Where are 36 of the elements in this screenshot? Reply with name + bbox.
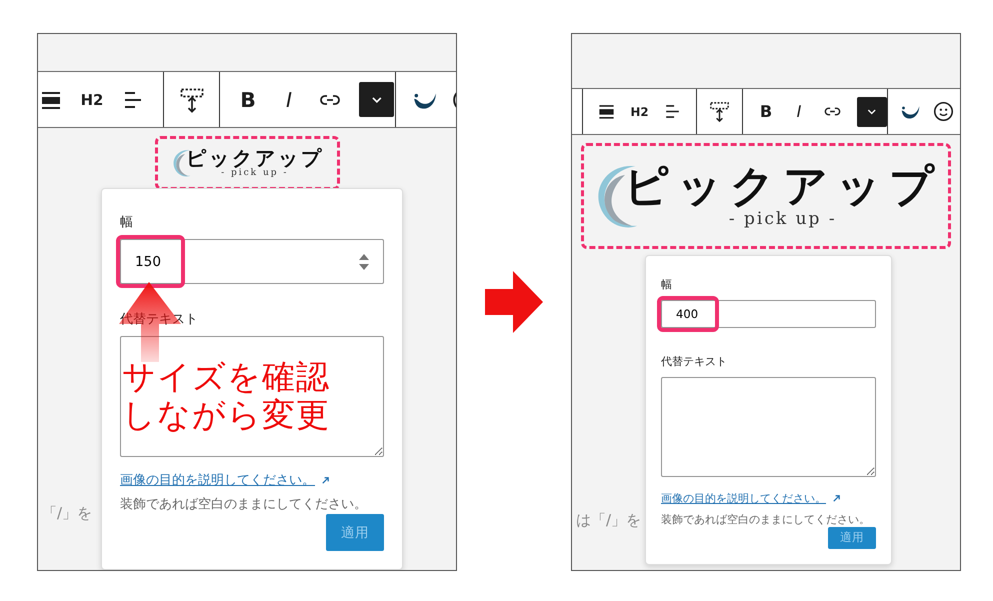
placeholder-text: は「/」を	[576, 511, 642, 530]
alt-text-field[interactable]	[120, 336, 384, 457]
external-link-icon	[832, 494, 841, 503]
annotation-text: サイズを確認 しながら変更	[122, 358, 330, 434]
help-link[interactable]: 画像の目的を説明してください。	[661, 490, 826, 506]
logo-title: ピックアップ	[186, 148, 324, 169]
bold-button[interactable]: B	[757, 102, 775, 121]
more-options-button[interactable]	[857, 96, 887, 126]
width-input[interactable]: 150	[120, 239, 384, 284]
width-label: 幅	[661, 277, 673, 292]
bold-button[interactable]: B	[236, 88, 260, 112]
highlight-frame	[657, 296, 719, 332]
block-type-icon[interactable]	[597, 102, 616, 121]
logo-title: ピックアップ	[624, 164, 942, 211]
help-note: 装飾であれば空白のままにしてください。	[661, 512, 871, 527]
logo-subtitle: - pick up -	[728, 210, 837, 228]
help-note: 装飾であれば空白のままにしてください。	[120, 496, 368, 513]
external-link-icon	[321, 476, 330, 484]
alt-text-label: 代替テキスト	[661, 354, 728, 369]
heading-level-button[interactable]: H2	[80, 90, 104, 108]
italic-button[interactable]: I	[790, 102, 808, 121]
width-input[interactable]: 400	[661, 300, 876, 328]
resize-icon[interactable]	[178, 86, 206, 114]
placeholder-text: 「/」を	[42, 504, 92, 523]
heading-level-button[interactable]: H2	[630, 104, 649, 118]
alt-text-field[interactable]	[661, 376, 876, 477]
resize-icon[interactable]	[708, 100, 731, 123]
stepper-icon[interactable]	[358, 252, 370, 270]
width-label: 幅	[120, 214, 134, 231]
right-arrow-icon	[485, 271, 543, 333]
italic-button[interactable]: I	[277, 88, 301, 112]
align-icon[interactable]	[663, 102, 682, 121]
logo-subtitle: - pick up -	[221, 169, 288, 178]
image-block[interactable]: ピックアップ - pick up -	[581, 143, 951, 249]
smiley-icon[interactable]	[933, 101, 954, 122]
help-link[interactable]: 画像の目的を説明してください。	[120, 471, 315, 489]
